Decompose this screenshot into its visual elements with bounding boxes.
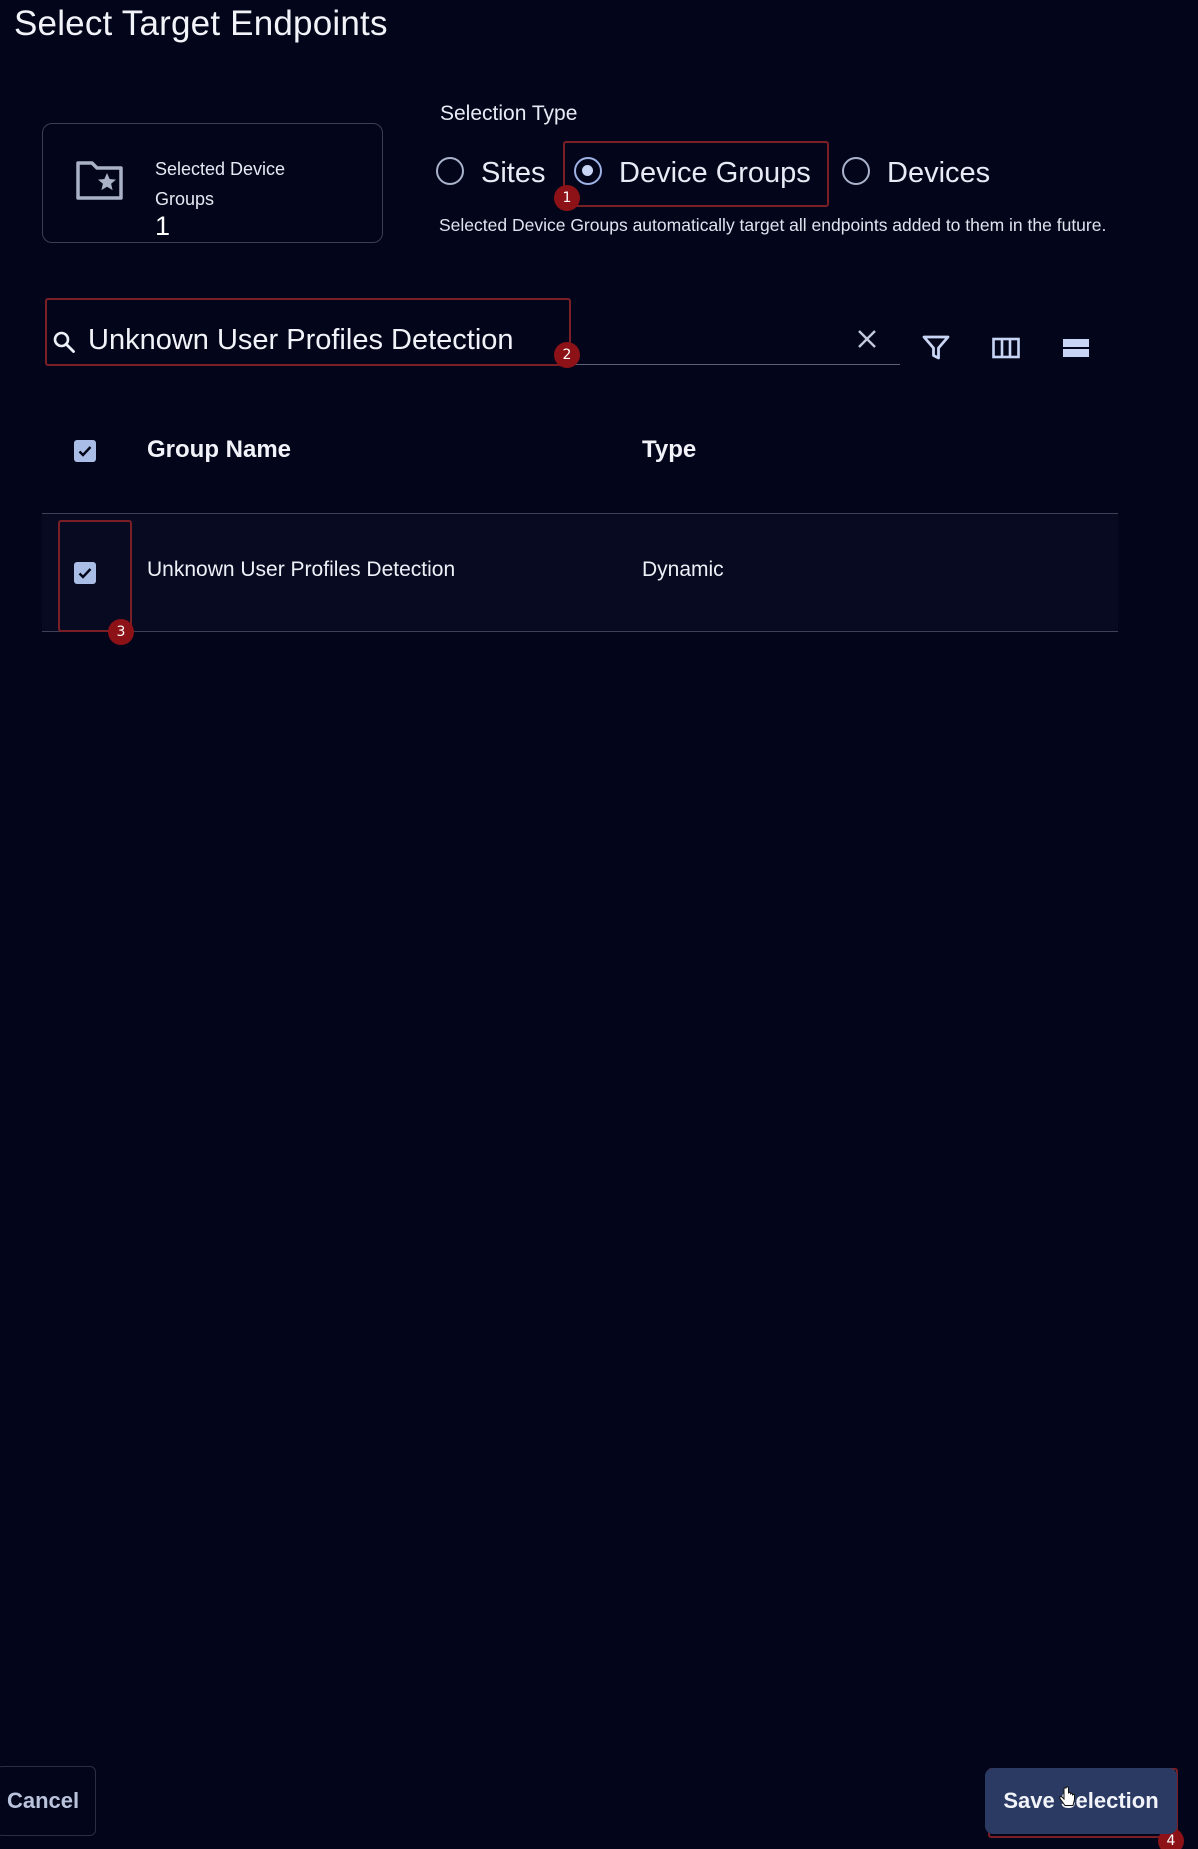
column-header-type[interactable]: Type: [642, 436, 696, 464]
select-target-endpoints-dialog: Select Target Endpoints Selected Device …: [0, 0, 1198, 1849]
filter-icon[interactable]: [921, 333, 951, 363]
select-all-checkbox[interactable]: [74, 440, 96, 462]
annotation-box-2: [45, 298, 571, 366]
columns-icon[interactable]: [991, 333, 1021, 363]
annotation-badge-1: 1: [554, 185, 580, 211]
radio-devices[interactable]: Devices: [842, 150, 990, 196]
summary-label: Selected Device Groups: [155, 159, 286, 209]
annotation-box-3: [58, 520, 132, 632]
radio-label-sites: Sites: [481, 156, 546, 189]
folder-star-icon: [76, 161, 123, 200]
annotation-badge-2: 2: [554, 342, 580, 368]
annotation-box-1: [563, 141, 829, 207]
annotation-badge-3: 3: [108, 619, 134, 645]
selection-type-label: Selection Type: [440, 102, 578, 125]
save-selection-button[interactable]: Save Selection: [985, 1768, 1177, 1834]
radio-label-devices: Devices: [887, 156, 991, 189]
column-header-group-name[interactable]: Group Name: [147, 436, 291, 464]
summary-count: 1: [155, 211, 171, 241]
device-groups-table: Group Name Type Unknown User Profiles De…: [42, 400, 1118, 632]
page-title: Select Target Endpoints: [14, 4, 388, 43]
check-icon: [78, 446, 92, 457]
table-row[interactable]: Unknown User Profiles Detection Dynamic: [42, 514, 1118, 632]
selection-helper-text: Selected Device Groups automatically tar…: [439, 215, 1107, 235]
cancel-button[interactable]: Cancel: [0, 1766, 96, 1836]
hand-cursor-icon: [1059, 1786, 1075, 1806]
selected-summary-card: Selected Device Groups 1: [42, 123, 383, 243]
radio-circle-sites[interactable]: [436, 157, 464, 185]
clear-icon[interactable]: [854, 326, 880, 352]
cell-type: Dynamic: [642, 558, 724, 581]
cell-group-name: Unknown User Profiles Detection: [147, 558, 456, 581]
radio-circle-devices[interactable]: [842, 157, 870, 185]
radio-sites[interactable]: Sites: [436, 150, 545, 196]
density-icon[interactable]: [1061, 333, 1091, 363]
table-header: Group Name Type: [42, 400, 1118, 514]
